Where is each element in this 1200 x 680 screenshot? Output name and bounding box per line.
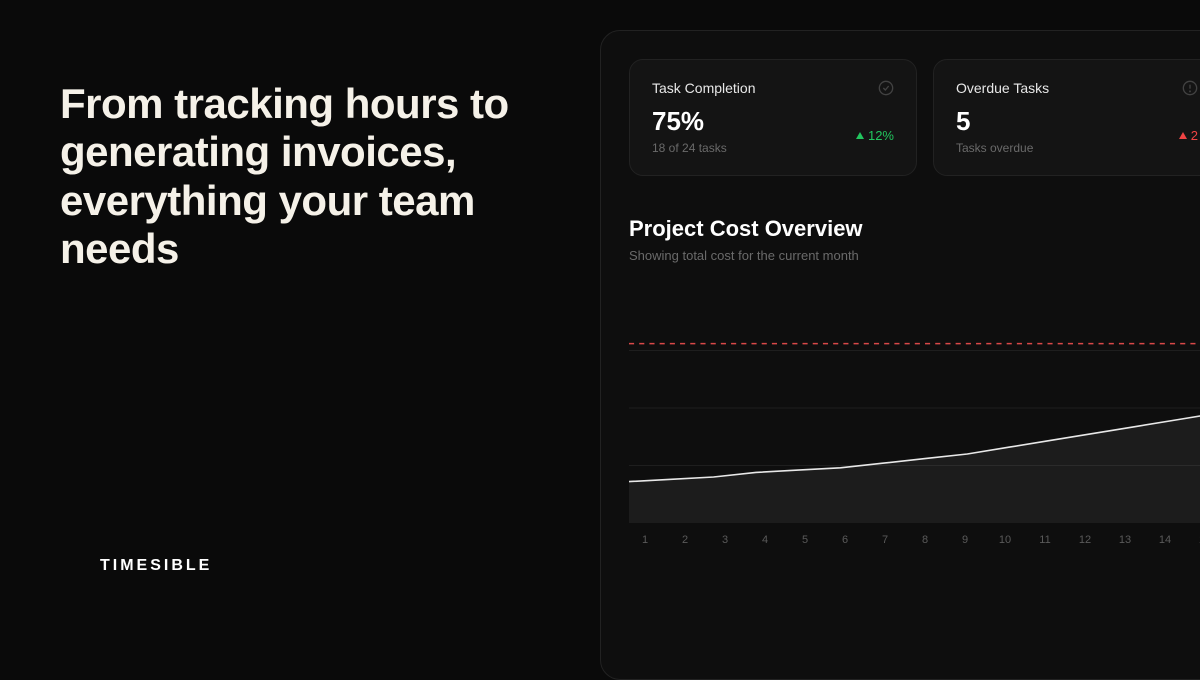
x-tick: 11 — [1033, 534, 1057, 546]
x-tick: 4 — [753, 534, 777, 546]
x-tick: 3 — [713, 534, 737, 546]
dashboard-panel: Task Completion 75% 18 of 24 tasks 12% O… — [600, 30, 1200, 680]
overdue-tasks-card[interactable]: Overdue Tasks 5 Tasks overdue 2 — [933, 59, 1200, 176]
chart-x-axis: 123456789101112131415 — [629, 534, 1200, 546]
chart-subtitle: Showing total cost for the current month — [629, 248, 1200, 263]
check-circle-icon — [878, 80, 894, 96]
x-tick: 5 — [793, 534, 817, 546]
x-tick: 15 — [1193, 534, 1200, 546]
alert-circle-icon — [1182, 80, 1198, 96]
chart-title: Project Cost Overview — [629, 216, 1200, 242]
x-tick: 1 — [633, 534, 657, 546]
overdue-delta: 2 — [1179, 128, 1198, 143]
task-completion-delta-value: 12% — [868, 128, 894, 143]
overdue-sub: Tasks overdue — [956, 141, 1198, 155]
x-tick: 6 — [833, 534, 857, 546]
brand-logo: TIMESIBLE — [100, 557, 212, 575]
overdue-delta-value: 2 — [1191, 128, 1198, 143]
task-completion-sub: 18 of 24 tasks — [652, 141, 894, 155]
x-tick: 8 — [913, 534, 937, 546]
x-tick: 2 — [673, 534, 697, 546]
headline: From tracking hours to generating invoic… — [60, 80, 560, 273]
chart-area: 123456789101112131415 — [629, 293, 1200, 553]
x-tick: 7 — [873, 534, 897, 546]
chart-section: Project Cost Overview Showing total cost… — [629, 216, 1200, 553]
arrow-up-icon — [1179, 132, 1187, 139]
overdue-value: 5 — [956, 106, 1198, 137]
x-tick: 12 — [1073, 534, 1097, 546]
task-completion-card[interactable]: Task Completion 75% 18 of 24 tasks 12% — [629, 59, 917, 176]
arrow-up-icon — [856, 132, 864, 139]
x-tick: 13 — [1113, 534, 1137, 546]
x-tick: 14 — [1153, 534, 1177, 546]
x-tick: 10 — [993, 534, 1017, 546]
stat-cards-row: Task Completion 75% 18 of 24 tasks 12% O… — [629, 59, 1200, 176]
overdue-title: Overdue Tasks — [956, 80, 1049, 96]
x-tick: 9 — [953, 534, 977, 546]
task-completion-delta: 12% — [856, 128, 894, 143]
task-completion-title: Task Completion — [652, 80, 756, 96]
cost-chart — [629, 293, 1200, 523]
